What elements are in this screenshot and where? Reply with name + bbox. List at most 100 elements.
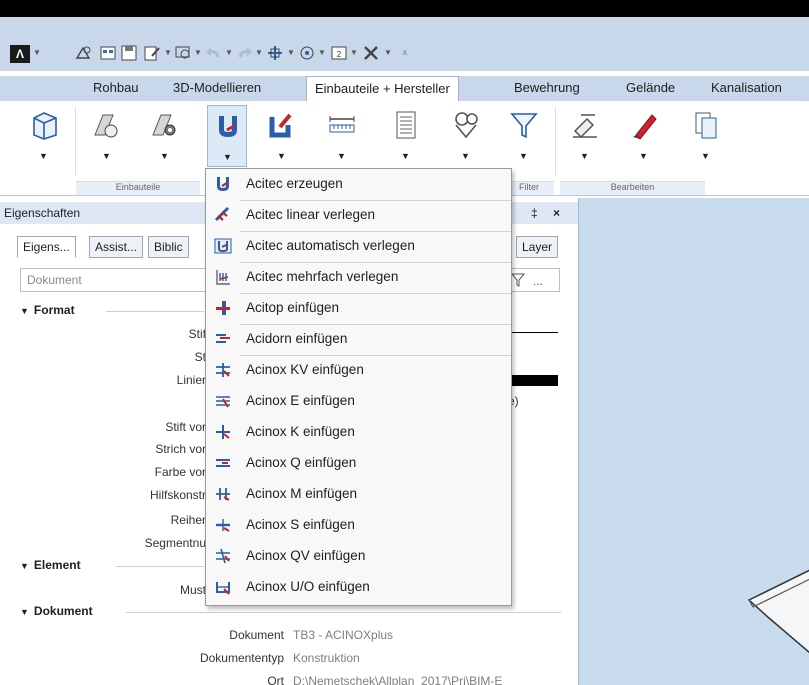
ribbon-separator [75,107,76,175]
copy-button[interactable]: ▼ [686,105,726,167]
format-label-hilfskonstruktion: Hilfskonstr [149,488,206,502]
erase-chevron-icon: ▼ [639,151,648,161]
modify-button[interactable]: ▼ [565,105,605,167]
section-format[interactable]: ▼ Format [20,303,75,317]
anchor-part-icon [269,113,292,138]
modify-icon [573,114,597,139]
tab-3d-modellieren[interactable]: 3D-Modellieren [173,76,261,101]
undo-icon[interactable] [205,44,223,62]
acinox-q-icon [216,459,230,467]
menu-item-acinox-qv[interactable]: Acinox QV einfügen [206,541,511,572]
tab-bibliothek[interactable]: Biblic [148,236,189,258]
section-dokument[interactable]: ▼ Dokument [20,604,93,618]
filter-button[interactable]: ▼ [504,105,544,167]
menu-item-acinox-kv[interactable]: Acinox KV einfügen [206,355,511,386]
menu-item-acitec-linear[interactable]: Acitec linear verlegen [206,200,511,231]
filter-chevron-icon: ▼ [519,151,528,161]
tab-einbauteile-hersteller[interactable]: Einbauteile + Hersteller [306,76,459,101]
tab-assistenten[interactable]: Assist... [89,236,144,258]
viewport-3d[interactable] [578,198,809,685]
project-icon[interactable] [75,44,93,62]
edit-icon[interactable] [143,44,161,62]
format-label-reihenfolge: Reiher [170,513,206,527]
tools-icon[interactable] [362,44,380,62]
anchor-button[interactable]: ▼ [262,105,302,167]
measure-chevron-icon: ▼ [337,151,346,161]
menu-item-acitec-automatisch[interactable]: Acitec automatisch verlegen [206,231,511,262]
filter-icon [510,113,538,139]
view-icon[interactable] [298,44,316,62]
einbauteil-button[interactable]: ▼ [87,105,127,167]
move-chevron-icon[interactable]: ▼ [287,48,295,57]
layout-icon[interactable] [99,44,117,62]
menu-item-acinox-uo[interactable]: Acinox U/O einfügen [206,572,511,603]
acinox-s-icon [216,519,230,532]
acitec-button[interactable]: ▼ [207,105,247,167]
tab-layer[interactable]: Layer [516,236,559,258]
section-element[interactable]: ▼ Element [20,558,81,572]
pin-icon[interactable]: ‡ [531,202,538,224]
view-chevron-icon[interactable]: ▼ [318,48,326,57]
format-label-segmentnummer: Segmentnu [144,536,206,550]
menu-item-acinox-e[interactable]: Acinox E einfügen [206,386,511,417]
menu-item-acitec-erzeugen[interactable]: Acitec erzeugen [206,169,511,200]
line-preview [510,332,558,333]
close-icon[interactable]: × [553,202,560,224]
ruler-icon [329,116,355,133]
svg-text:2: 2 [337,50,342,59]
tab-rohbau[interactable]: Rohbau [93,76,139,101]
einbauteil-settings-button[interactable]: ▼ [145,105,185,167]
tab-eigenschaften[interactable]: Eigens... [17,236,76,258]
window-icon[interactable]: 2 [330,44,348,62]
window-chevron-icon[interactable]: ▼ [350,48,358,57]
element-label-muster: Must [179,583,206,597]
group-label-einbauteile: Einbauteile [76,181,200,195]
catalog-button[interactable]: ▼ [446,105,486,167]
menu-item-acidorn[interactable]: Acidorn einfügen [206,324,511,355]
tools-chevron-icon[interactable]: ▼ [384,48,392,57]
panel-title: Eigenschaften [4,206,81,220]
menu-item-acitec-mehrfach[interactable]: Acitec mehrfach verlegen [206,262,511,293]
edit-chevron-icon[interactable]: ▼ [164,48,172,57]
title-bar [0,0,809,17]
acinox-kv-icon [216,363,230,377]
ribbon-tab-bar: Rohbau 3D-Modellieren Einbauteile + Hers… [0,76,809,101]
move-icon[interactable] [266,44,284,62]
save-icon[interactable] [120,44,138,62]
acinox-qv-icon [216,548,230,564]
acitec-u-icon [219,116,237,137]
menu-item-acinox-q[interactable]: Acinox Q einfügen [206,448,511,479]
more-options-button[interactable]: ... [533,274,543,288]
app-menu-chevron-icon[interactable]: ▼ [33,48,41,57]
catalog-icon [455,112,478,139]
customize-icon[interactable]: ⩡ [402,48,408,59]
erase-button[interactable]: ▼ [624,105,664,167]
measure-button[interactable]: ▼ [322,105,362,167]
cube-view-icon [33,112,57,140]
list-button[interactable]: ▼ [386,105,426,167]
acitec-chevron-icon: ▼ [223,152,232,162]
format-label-linie: Linier [176,373,206,387]
filter-icon[interactable] [511,272,525,288]
redo-icon[interactable] [235,44,253,62]
einbauteil-chevron-icon: ▼ [102,151,111,161]
zoom-icon[interactable] [174,44,192,62]
menu-item-acitop[interactable]: Acitop einfügen [206,293,511,324]
view-type-chevron-icon: ▼ [39,151,48,161]
tab-gelaende[interactable]: Gelände [626,76,675,101]
tab-kanalisation[interactable]: Kanalisation [711,76,782,101]
menu-item-acinox-k[interactable]: Acinox K einfügen [206,417,511,448]
acitec-auto-icon [214,238,232,254]
app-logo[interactable]: Λ [10,45,30,63]
menu-item-acinox-m[interactable]: Acinox M einfügen [206,479,511,510]
doc-value-ort: D:\Nemetschek\Allplan_2017\Prj\BIM-E [293,674,503,685]
menu-item-acinox-s[interactable]: Acinox S einfügen [206,510,511,541]
format-label-stift: Stif [188,327,206,341]
redo-chevron-icon[interactable]: ▼ [255,48,263,57]
catalog-chevron-icon: ▼ [461,151,470,161]
model-plate-icon [747,569,809,654]
undo-chevron-icon[interactable]: ▼ [225,48,233,57]
zoom-chevron-icon[interactable]: ▼ [194,48,202,57]
tab-bewehrung[interactable]: Bewehrung [514,76,580,101]
view-type-button[interactable]: ▼ [24,105,64,167]
